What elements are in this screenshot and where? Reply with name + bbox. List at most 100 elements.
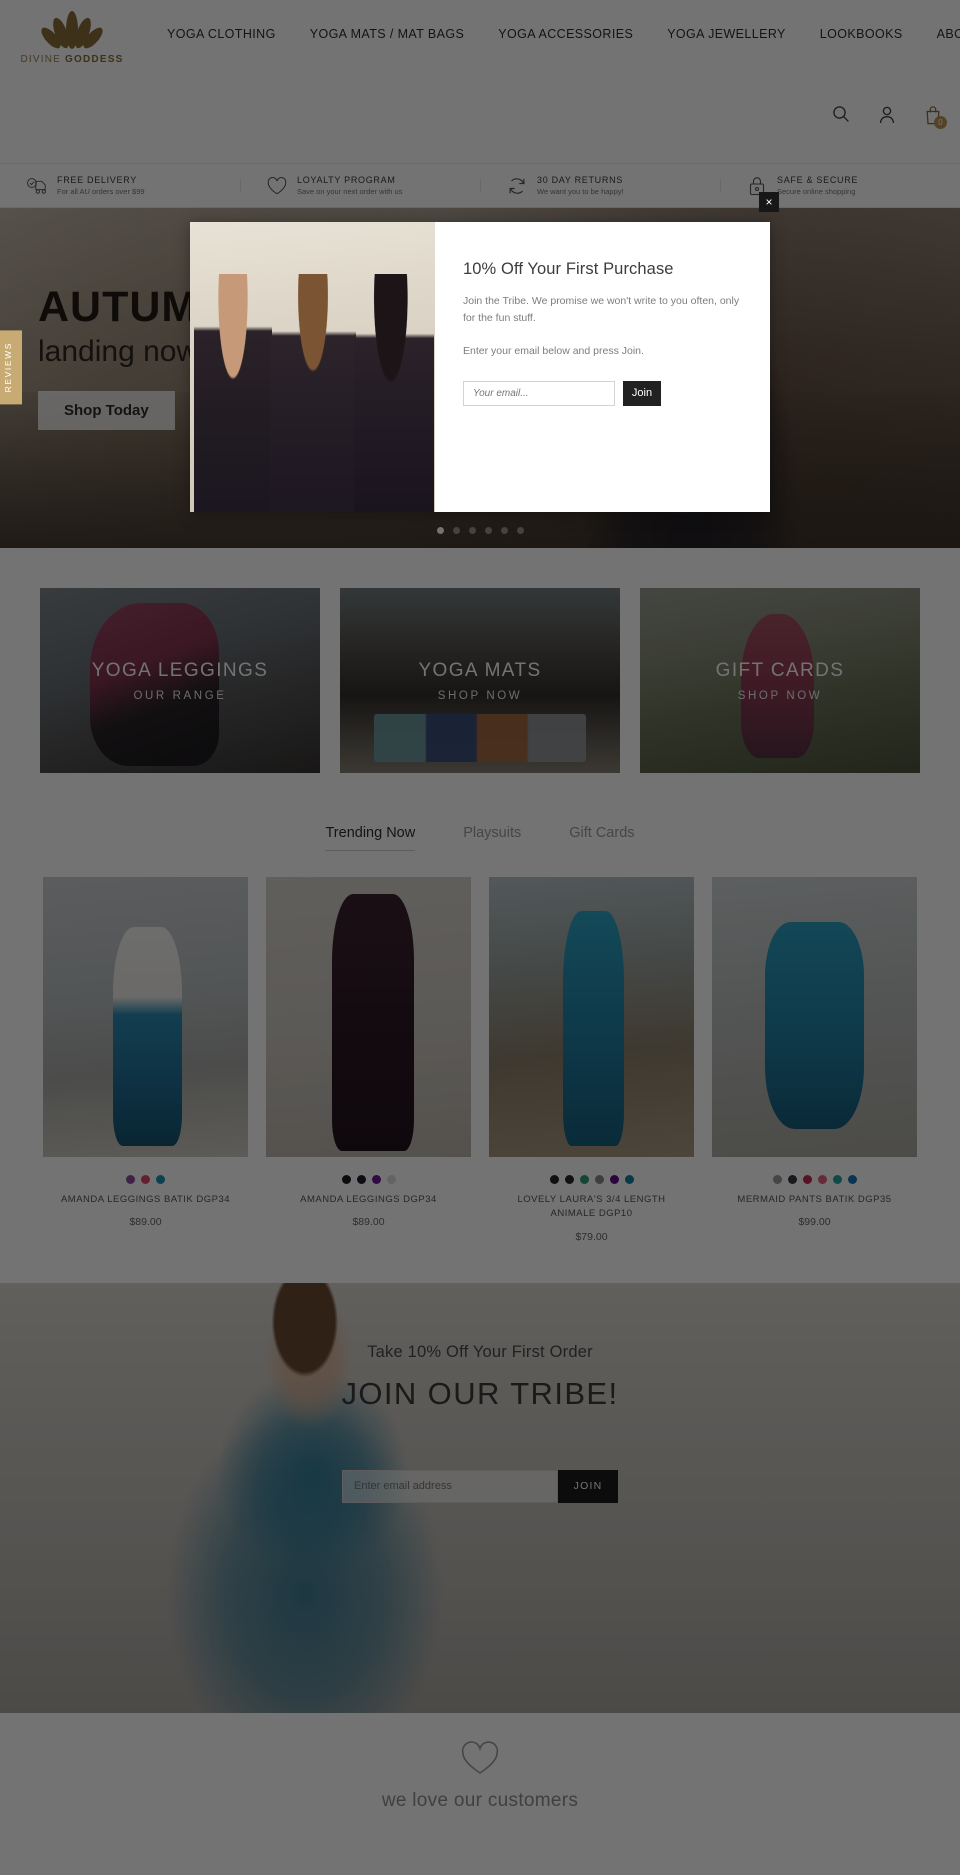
delivery-truck-icon [26, 175, 48, 197]
product-swatches [712, 1175, 917, 1184]
category-tile-gift-cards[interactable]: GIFT CARDS SHOP NOW [640, 588, 920, 773]
account-icon[interactable] [878, 105, 896, 125]
tab-gift-cards[interactable]: Gift Cards [569, 825, 634, 851]
hero-dot-6[interactable] [516, 527, 524, 534]
product-price: $99.00 [798, 1216, 831, 1229]
product-tab-bar: Trending Now Playsuits Gift Cards [0, 807, 960, 851]
nav-item-about[interactable]: ABOUT [920, 27, 960, 41]
newsletter-join-button[interactable]: JOIN [558, 1469, 618, 1503]
swatch[interactable] [772, 1175, 782, 1184]
category-tile-yoga-mats[interactable]: YOGA MATS SHOP NOW [340, 588, 620, 773]
swatch[interactable] [579, 1175, 589, 1184]
product-price: $89.00 [352, 1216, 385, 1229]
product-image[interactable] [489, 877, 694, 1157]
logo-word-1: DIVINE [20, 54, 62, 65]
trust-text: LOYALTY PROGRAM Save on your next order … [297, 175, 402, 196]
heart-icon [460, 1740, 500, 1781]
trust-title: 30 DAY RETURNS [537, 175, 623, 185]
swatch[interactable] [817, 1175, 827, 1184]
tab-trending-now[interactable]: Trending Now [325, 825, 416, 851]
trust-subtitle: We want you to be happy! [537, 187, 624, 196]
cart-icon[interactable]: 0 [924, 105, 947, 129]
swatch[interactable] [847, 1175, 857, 1184]
product-image[interactable] [43, 877, 248, 1157]
trust-subtitle: Save on your next order with us [297, 187, 403, 196]
newsletter-section: Take 10% Off Your First Order JOIN OUR T… [0, 1282, 960, 1713]
product-swatches [266, 1175, 471, 1184]
nav-item-lookbooks[interactable]: LOOKBOOKS [803, 27, 920, 41]
nav-item-yoga-accessories[interactable]: YOGA ACCESSORIES [481, 27, 650, 41]
product-name: LOVELY LAURA'S 3/4 LENGTH ANIMALE DGP10 [517, 1194, 666, 1220]
swatch[interactable] [156, 1175, 165, 1184]
trust-item-free-delivery: FREE DELIVERY For all AU orders over $99 [0, 175, 240, 197]
swatch[interactable] [126, 1175, 135, 1184]
page-root: DIVINE GODDESS YOGA CLOTHING YOGA MATS /… [0, 0, 960, 1875]
product-grid: AMANDA LEGGINGS BATIK DGP34 $89.00 AMAND… [0, 851, 960, 1283]
modal-image [190, 222, 435, 512]
reviews-tab-label: REVIEWS [3, 342, 13, 393]
modal-email-input[interactable] [463, 380, 615, 406]
trust-item-30-day-returns: 30 DAY RETURNS We want you to be happy! [480, 175, 720, 197]
close-icon[interactable]: × [759, 192, 779, 212]
logo-word-2: GODDESS [65, 54, 124, 65]
header-icon-group: 0 [832, 105, 947, 129]
trust-subtitle: Secure online shopping [777, 187, 856, 196]
swatch[interactable] [356, 1175, 366, 1184]
product-card[interactable]: AMANDA LEGGINGS BATIK DGP34 $89.00 [43, 877, 248, 1243]
product-image[interactable] [712, 877, 917, 1157]
category-title: GIFT CARDS [715, 659, 845, 681]
swatch[interactable] [787, 1175, 797, 1184]
product-name: MERMAID PANTS BATIK DGP35 [737, 1194, 892, 1205]
shop-today-button[interactable]: Shop Today [38, 391, 175, 430]
swatch[interactable] [386, 1175, 396, 1184]
heart-icon [266, 175, 288, 197]
newsletter-headline: JOIN OUR TRIBE! [341, 1375, 619, 1411]
swatch[interactable] [609, 1175, 619, 1184]
nav-item-yoga-clothing[interactable]: YOGA CLOTHING [150, 27, 293, 41]
newsletter-content: Take 10% Off Your First Order JOIN OUR T… [0, 1283, 960, 1503]
newsletter-email-input[interactable] [342, 1469, 558, 1503]
trust-subtitle: For all AU orders over $99 [57, 187, 145, 196]
nav-item-yoga-jewellery[interactable]: YOGA JEWELLERY [650, 27, 803, 41]
swatch[interactable] [564, 1175, 574, 1184]
logo-wordmark: DIVINE GODDESS [18, 54, 126, 65]
product-price: $89.00 [129, 1216, 162, 1229]
product-swatches [489, 1175, 694, 1184]
product-swatches [43, 1175, 248, 1184]
modal-form: Join [463, 380, 740, 406]
trust-text: 30 DAY RETURNS We want you to be happy! [537, 175, 624, 196]
hero-slider-dots [0, 527, 960, 534]
hero-dot-3[interactable] [468, 527, 476, 534]
swatch[interactable] [549, 1175, 559, 1184]
swatch[interactable] [832, 1175, 842, 1184]
modal-join-button[interactable]: Join [623, 380, 661, 406]
category-title: YOGA LEGGINGS [91, 659, 269, 681]
hero-dot-4[interactable] [484, 527, 492, 534]
swatch[interactable] [802, 1175, 812, 1184]
category-subtitle: OUR RANGE [133, 689, 227, 702]
category-subtitle: SHOP NOW [437, 689, 523, 702]
category-tile-yoga-leggings[interactable]: YOGA LEGGINGS OUR RANGE [40, 588, 320, 773]
tab-playsuits[interactable]: Playsuits [463, 825, 521, 851]
swatch[interactable] [341, 1175, 351, 1184]
newsletter-form: JOIN [0, 1469, 960, 1503]
swatch[interactable] [594, 1175, 604, 1184]
main-navigation: YOGA CLOTHING YOGA MATS / MAT BAGS YOGA … [150, 27, 960, 41]
trust-bar: FREE DELIVERY For all AU orders over $99… [0, 163, 960, 208]
swatch[interactable] [141, 1175, 150, 1184]
swatch[interactable] [371, 1175, 381, 1184]
product-card[interactable]: LOVELY LAURA'S 3/4 LENGTH ANIMALE DGP10 … [489, 877, 694, 1243]
hero-dot-5[interactable] [500, 527, 508, 534]
nav-item-yoga-mats[interactable]: YOGA MATS / MAT BAGS [293, 27, 482, 41]
product-card[interactable]: MERMAID PANTS BATIK DGP35 $99.00 [712, 877, 917, 1243]
hero-dot-1[interactable] [436, 527, 444, 534]
search-icon[interactable] [832, 105, 850, 125]
lotus-icon [41, 11, 103, 49]
swatch[interactable] [624, 1175, 634, 1184]
hero-dot-2[interactable] [452, 527, 460, 534]
product-card[interactable]: AMANDA LEGGINGS DGP34 $89.00 [266, 877, 471, 1243]
reviews-side-tab[interactable]: REVIEWS [0, 330, 22, 405]
site-logo[interactable]: DIVINE GODDESS [18, 10, 126, 65]
trust-item-safe-secure: SAFE & SECURE Secure online shopping [720, 175, 960, 197]
product-image[interactable] [266, 877, 471, 1157]
